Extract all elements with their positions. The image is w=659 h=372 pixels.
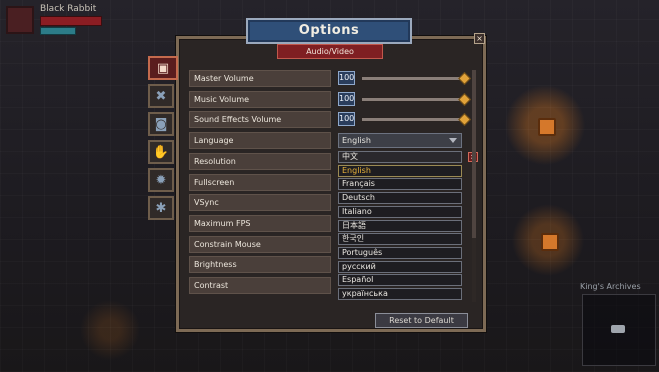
setting-label: Fullscreen (189, 173, 331, 191)
options-title: Options (246, 18, 412, 44)
slider-fill (362, 97, 464, 101)
volume-value-input[interactable]: 100 (338, 71, 355, 85)
controller-icon: ◙ (154, 116, 168, 132)
minimap-marker-icon (611, 325, 625, 333)
tab-audio-video[interactable]: ▣ (148, 56, 178, 80)
language-option[interactable]: English (338, 164, 462, 177)
language-option[interactable]: Français (338, 178, 462, 191)
volume-slider[interactable] (361, 72, 471, 85)
tools-icon: ✖ (155, 88, 167, 104)
language-option[interactable]: 中文 (338, 151, 462, 163)
language-option[interactable]: 日本語 (338, 219, 462, 232)
slider-fill (362, 77, 464, 80)
volume-value-input[interactable]: 100 (338, 112, 355, 127)
settings-scrollbar[interactable] (472, 70, 476, 302)
tab-tools[interactable]: ✖ (148, 84, 174, 108)
audio-video-icon: ▣ (156, 60, 170, 76)
tab-hand[interactable]: ✋ (148, 140, 174, 164)
bug-icon: ✱ (155, 200, 167, 216)
scrollbar-thumb[interactable] (472, 70, 476, 238)
section-title: Audio/Video (277, 44, 383, 59)
slider-fill (362, 118, 464, 122)
volume-slider[interactable] (361, 113, 471, 127)
gear-icon: ✹ (155, 172, 167, 188)
options-tabs: ▣ ✖ ◙ ✋ ✹ ✱ (148, 56, 178, 224)
close-button[interactable]: × (474, 33, 485, 44)
player-portrait (6, 6, 34, 34)
setting-label: Sound Effects Volume (189, 111, 331, 129)
health-bar (40, 16, 102, 26)
language-option[interactable]: Deutsch (338, 192, 462, 205)
setting-label: Resolution (189, 152, 331, 170)
mana-bar (40, 27, 76, 35)
setting-label: Constrain Mouse (189, 235, 331, 253)
setting-label: Master Volume (189, 70, 331, 87)
player-name: Black Rabbit (40, 4, 97, 14)
setting-label: Music Volume (189, 90, 331, 108)
language-option[interactable]: 한국인 (338, 233, 462, 246)
torch-icon (541, 233, 559, 251)
chevron-down-icon (449, 138, 457, 143)
tab-bug[interactable]: ✱ (148, 196, 174, 220)
language-option[interactable]: русский (338, 260, 462, 273)
language-selected-value: English (342, 136, 371, 145)
language-dropdown[interactable]: English (338, 133, 462, 148)
tab-controller[interactable]: ◙ (148, 112, 174, 136)
minimap (582, 294, 656, 366)
setting-label: Maximum FPS (189, 214, 331, 232)
setting-label: VSync (189, 194, 331, 212)
language-option[interactable]: Italiano (338, 205, 462, 218)
torch-icon (538, 118, 556, 136)
hand-icon: ✋ (152, 144, 170, 160)
archives-label: King's Archives (580, 282, 641, 291)
setting-label: Contrast (189, 277, 331, 294)
language-option[interactable]: українська (338, 288, 462, 300)
setting-label: Language (189, 132, 331, 150)
volume-value-input[interactable]: 100 (338, 91, 355, 106)
volume-slider[interactable] (361, 92, 471, 106)
tab-gear[interactable]: ✹ (148, 168, 174, 192)
language-option[interactable]: Español (338, 274, 462, 287)
reset-to-default-button[interactable]: Reset to Default (375, 313, 468, 328)
setting-label: Brightness (189, 256, 331, 274)
language-option[interactable]: Português (338, 246, 462, 259)
